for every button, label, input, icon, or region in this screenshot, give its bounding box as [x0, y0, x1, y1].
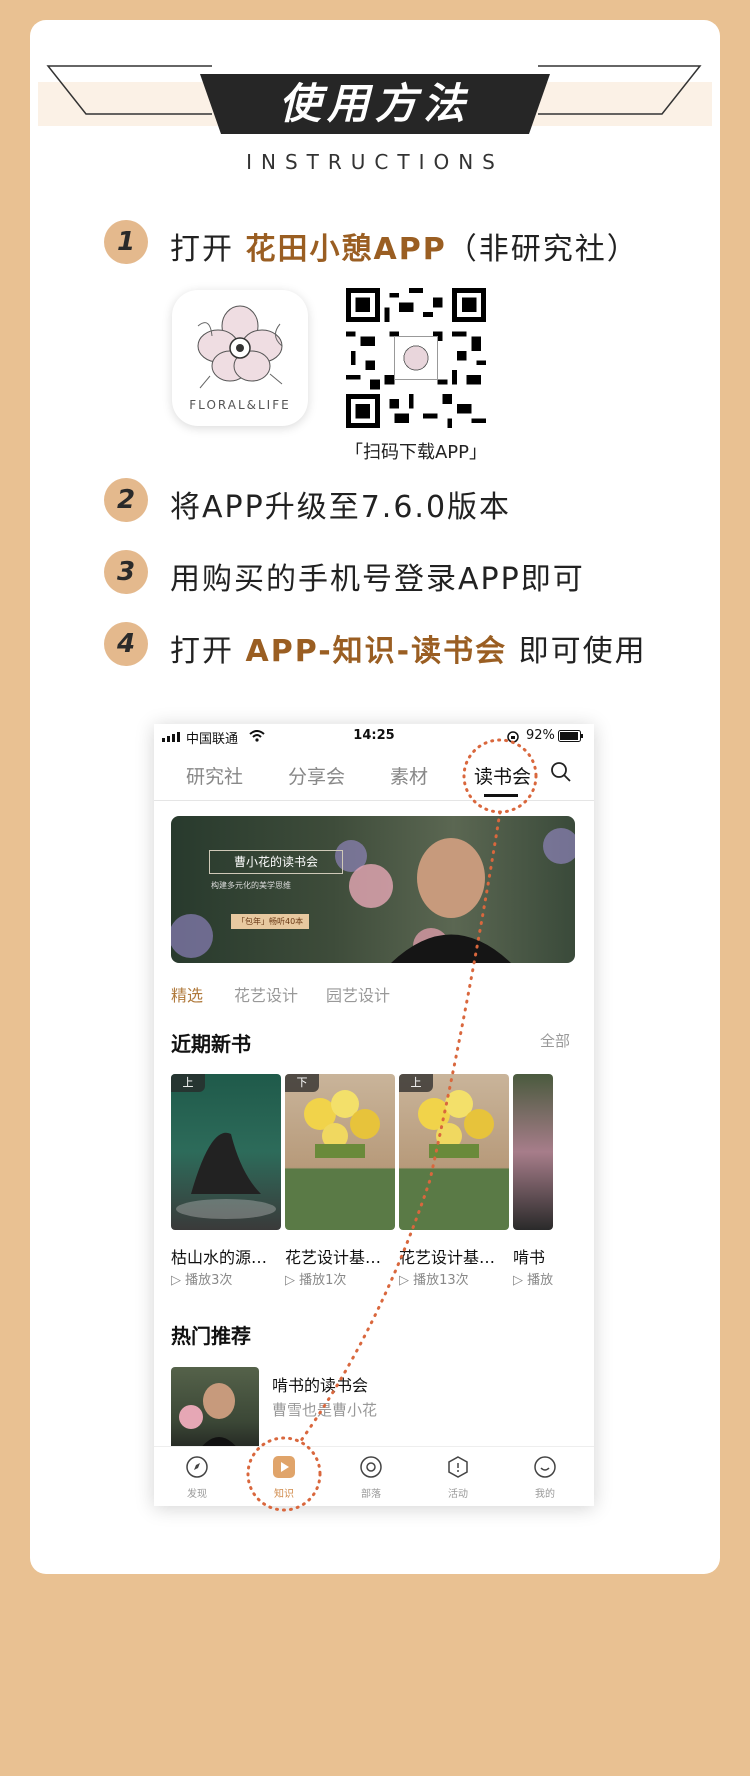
app-icon[interactable]: FLORAL&LIFE — [172, 290, 308, 426]
nav-discover[interactable]: 发现 — [167, 1455, 227, 1500]
bouquet-illustration-icon — [304, 1090, 380, 1158]
step-1-text: 打开 花田小憩APP（非研究社） — [170, 232, 639, 267]
page-subtitle: INSTRUCTIONS — [246, 150, 504, 174]
tab-book-club[interactable]: 读书会 — [474, 762, 531, 789]
book-plays: ▷ 播放13次 — [399, 1273, 469, 1288]
tab-material[interactable]: 素材 — [390, 762, 428, 789]
step-1-badge: 1 — [104, 220, 148, 264]
step-4-badge: 4 — [104, 622, 148, 666]
hot-title: 热门推荐 — [171, 1324, 251, 1348]
book-title: 啃书 — [513, 1248, 546, 1267]
book-title: 花艺设计基… — [285, 1248, 382, 1267]
step-3-text: 用购买的手机号登录APP即可 — [170, 562, 585, 597]
battery-percent: 92% — [526, 728, 555, 743]
new-books-more-link[interactable]: 全部 — [540, 1030, 570, 1051]
compass-icon — [186, 1456, 208, 1478]
hot-item-subtitle: 曹雪也是曹小花 — [272, 1401, 378, 1419]
nav-mine[interactable]: 我的 — [515, 1455, 575, 1500]
phone-screenshot: 中国联通 14:25 92% 研究社 分享会 素材 读书会 曹小花的读书会 构建… — [154, 724, 594, 1506]
subtab-garden-design[interactable]: 园艺设计 — [326, 982, 390, 1006]
book-cover[interactable]: 上 — [399, 1074, 509, 1230]
book-title: 枯山水的源… — [171, 1248, 268, 1267]
page-title: 使用方法 — [278, 79, 471, 128]
book-cover[interactable] — [513, 1074, 553, 1230]
banner-tag: 「包年」畅听40本 — [231, 914, 310, 929]
book-plays: ▷ 播放 — [513, 1273, 553, 1288]
search-icon[interactable] — [550, 761, 572, 783]
bouquet-illustration-icon — [418, 1090, 494, 1158]
step-4-text: 打开 APP-知识-读书会 即可使用 — [170, 634, 647, 669]
play-icon — [273, 1456, 295, 1478]
banner-title: 曹小花的读书会 — [209, 850, 343, 874]
qr-caption: 「扫码下载APP」 — [344, 442, 488, 463]
rotation-lock-icon — [507, 731, 519, 743]
book-plays: ▷ 播放3次 — [171, 1273, 233, 1288]
flower-logo-icon — [197, 305, 283, 389]
active-tab-underline — [484, 794, 518, 797]
hot-item-title[interactable]: 啃书的读书会 — [272, 1372, 368, 1396]
rock-illustration-icon — [176, 1132, 276, 1219]
battery-icon — [558, 730, 583, 742]
app-brand-label: FLORAL&LIFE — [189, 398, 291, 412]
book-plays: ▷ 播放1次 — [285, 1273, 347, 1288]
book-part-tag: 下 — [285, 1074, 319, 1092]
bottom-nav: 发现 知识 部落 活动 我的 — [154, 1446, 594, 1506]
nav-knowledge[interactable]: 知识 — [254, 1455, 314, 1500]
step-2-text: 将APP升级至7.6.0版本 — [170, 490, 512, 525]
step-2-badge: 2 — [104, 478, 148, 522]
step-3-badge: 3 — [104, 550, 148, 594]
smile-icon — [534, 1456, 556, 1478]
banner-subtitle: 构建多元化的美学思维 — [211, 881, 291, 890]
subtab-floral-design[interactable]: 花艺设计 — [234, 982, 298, 1006]
book-cover[interactable]: 上 — [171, 1074, 281, 1230]
book-cover[interactable]: 下 — [285, 1074, 395, 1230]
tab-share[interactable]: 分享会 — [288, 762, 345, 789]
step-4-highlight: APP-知识-读书会 — [245, 634, 508, 669]
hexagon-alert-icon — [448, 1456, 468, 1478]
book-title: 花艺设计基… — [399, 1248, 496, 1267]
step-1-highlight: 花田小憩APP — [245, 232, 447, 267]
subtab-featured[interactable]: 精选 — [171, 982, 203, 1006]
status-bar: 中国联通 14:25 92% — [154, 724, 594, 750]
qr-code-icon[interactable] — [346, 288, 486, 428]
top-tabs: 研究社 分享会 素材 读书会 — [154, 750, 594, 801]
nav-activity[interactable]: 活动 — [428, 1455, 488, 1500]
tab-research[interactable]: 研究社 — [186, 762, 243, 789]
new-books-title: 近期新书 — [171, 1032, 251, 1056]
nav-tribe[interactable]: 部落 — [341, 1455, 401, 1500]
chat-circle-icon — [360, 1456, 382, 1478]
book-club-banner[interactable]: 曹小花的读书会 构建多元化的美学思维 「包年」畅听40本 — [171, 816, 575, 963]
book-part-tag: 上 — [171, 1074, 205, 1092]
book-part-tag: 上 — [399, 1074, 433, 1092]
